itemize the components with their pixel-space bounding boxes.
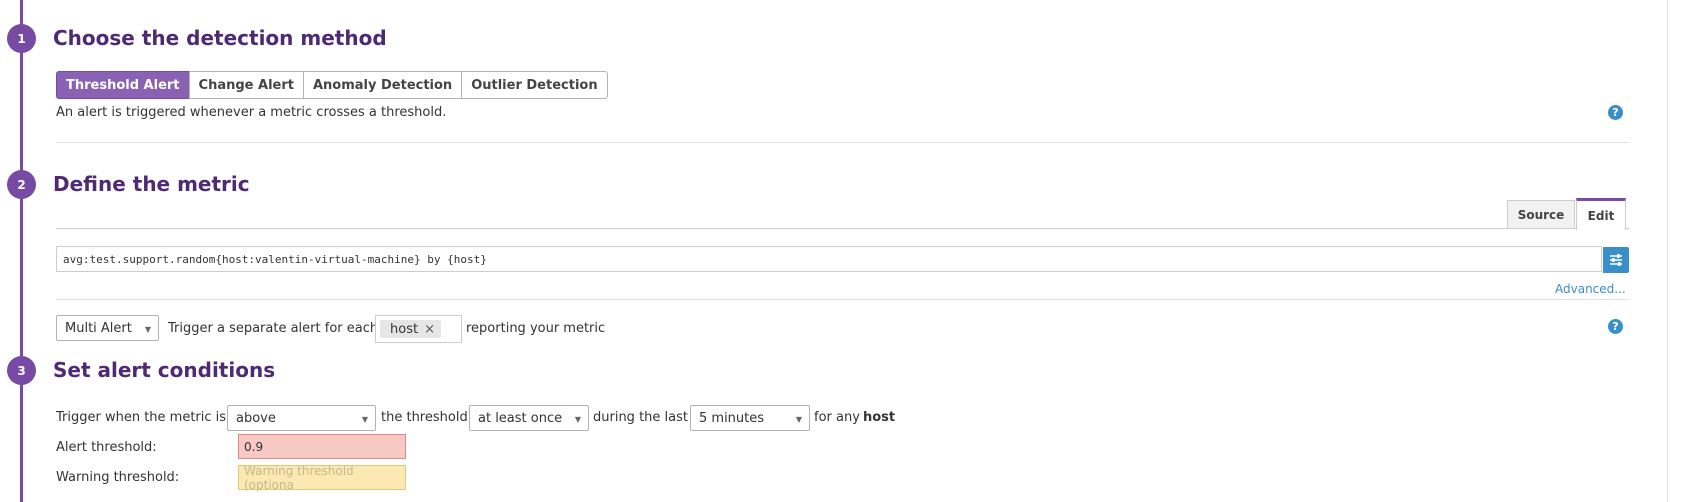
warning-threshold-label: Warning threshold: [56,470,180,485]
caret-down-icon: ▼ [361,415,368,424]
question-circle-icon[interactable]: ? [1608,105,1623,120]
frequency-value: at least once [478,410,563,426]
condition-prefix-text: Trigger when the metric is [56,410,227,425]
time-window-value: 5 minutes [699,410,765,426]
during-text: during the last [593,410,688,425]
step-1-title: Choose the detection method [53,26,387,50]
detection-method-tabs: Threshold Alert Change Alert Anomaly Det… [56,71,608,99]
metric-query-input[interactable]: avg:test.support.random{host:valentin-vi… [56,246,1602,272]
tab-edit[interactable]: Edit [1576,198,1626,230]
group-tag-label: host [390,321,419,337]
threshold-text: the threshold [381,410,468,425]
trigger-suffix-text: reporting your metric [466,321,606,336]
anomaly-detection-button[interactable]: Anomaly Detection [302,71,463,99]
advanced-link[interactable]: Advanced... [1555,282,1626,296]
group-by-tag-input[interactable]: host × [375,315,462,343]
change-alert-button[interactable]: Change Alert [188,71,304,99]
step-3-title: Set alert conditions [53,358,276,382]
step-2-badge: 2 [7,170,36,199]
for-any-text: for any [814,410,860,425]
time-window-select[interactable]: 5 minutes ▼ [690,405,810,431]
tab-baseline [56,228,1629,229]
close-icon[interactable]: × [424,322,435,337]
alert-type-select[interactable]: Multi Alert ▼ [56,315,159,341]
trigger-prefix-text: Trigger a separate alert for each [168,321,379,336]
section-divider [56,142,1629,143]
question-circle-icon[interactable]: ? [1608,319,1623,334]
step-rail [20,0,23,502]
for-any-group: host [863,410,896,425]
warning-threshold-input[interactable]: Warning threshold (optiona [238,464,406,492]
threshold-alert-button[interactable]: Threshold Alert [56,71,190,99]
detection-description: An alert is triggered whenever a metric … [56,105,447,120]
step-1-badge: 1 [7,24,36,53]
comparison-select[interactable]: above ▼ [227,405,376,431]
step-2-title: Define the metric [53,172,250,196]
group-tag-chip: host × [380,320,441,338]
step-3-badge: 3 [7,356,36,385]
sliders-icon [1610,254,1622,266]
frequency-select[interactable]: at least once ▼ [469,405,589,431]
alert-threshold-label: Alert threshold: [56,440,157,455]
caret-down-icon: ▼ [574,415,581,424]
query-options-button[interactable] [1603,247,1629,273]
section-divider [56,299,1629,300]
comparison-value: above [236,410,276,426]
outlier-detection-button[interactable]: Outlier Detection [461,71,608,99]
panel-divider [1667,0,1668,502]
caret-down-icon: ▼ [144,325,151,334]
caret-down-icon: ▼ [795,415,802,424]
alert-type-value: Multi Alert [65,320,132,336]
tab-source[interactable]: Source [1507,200,1575,228]
alert-threshold-input[interactable]: 0.9 [238,434,406,459]
